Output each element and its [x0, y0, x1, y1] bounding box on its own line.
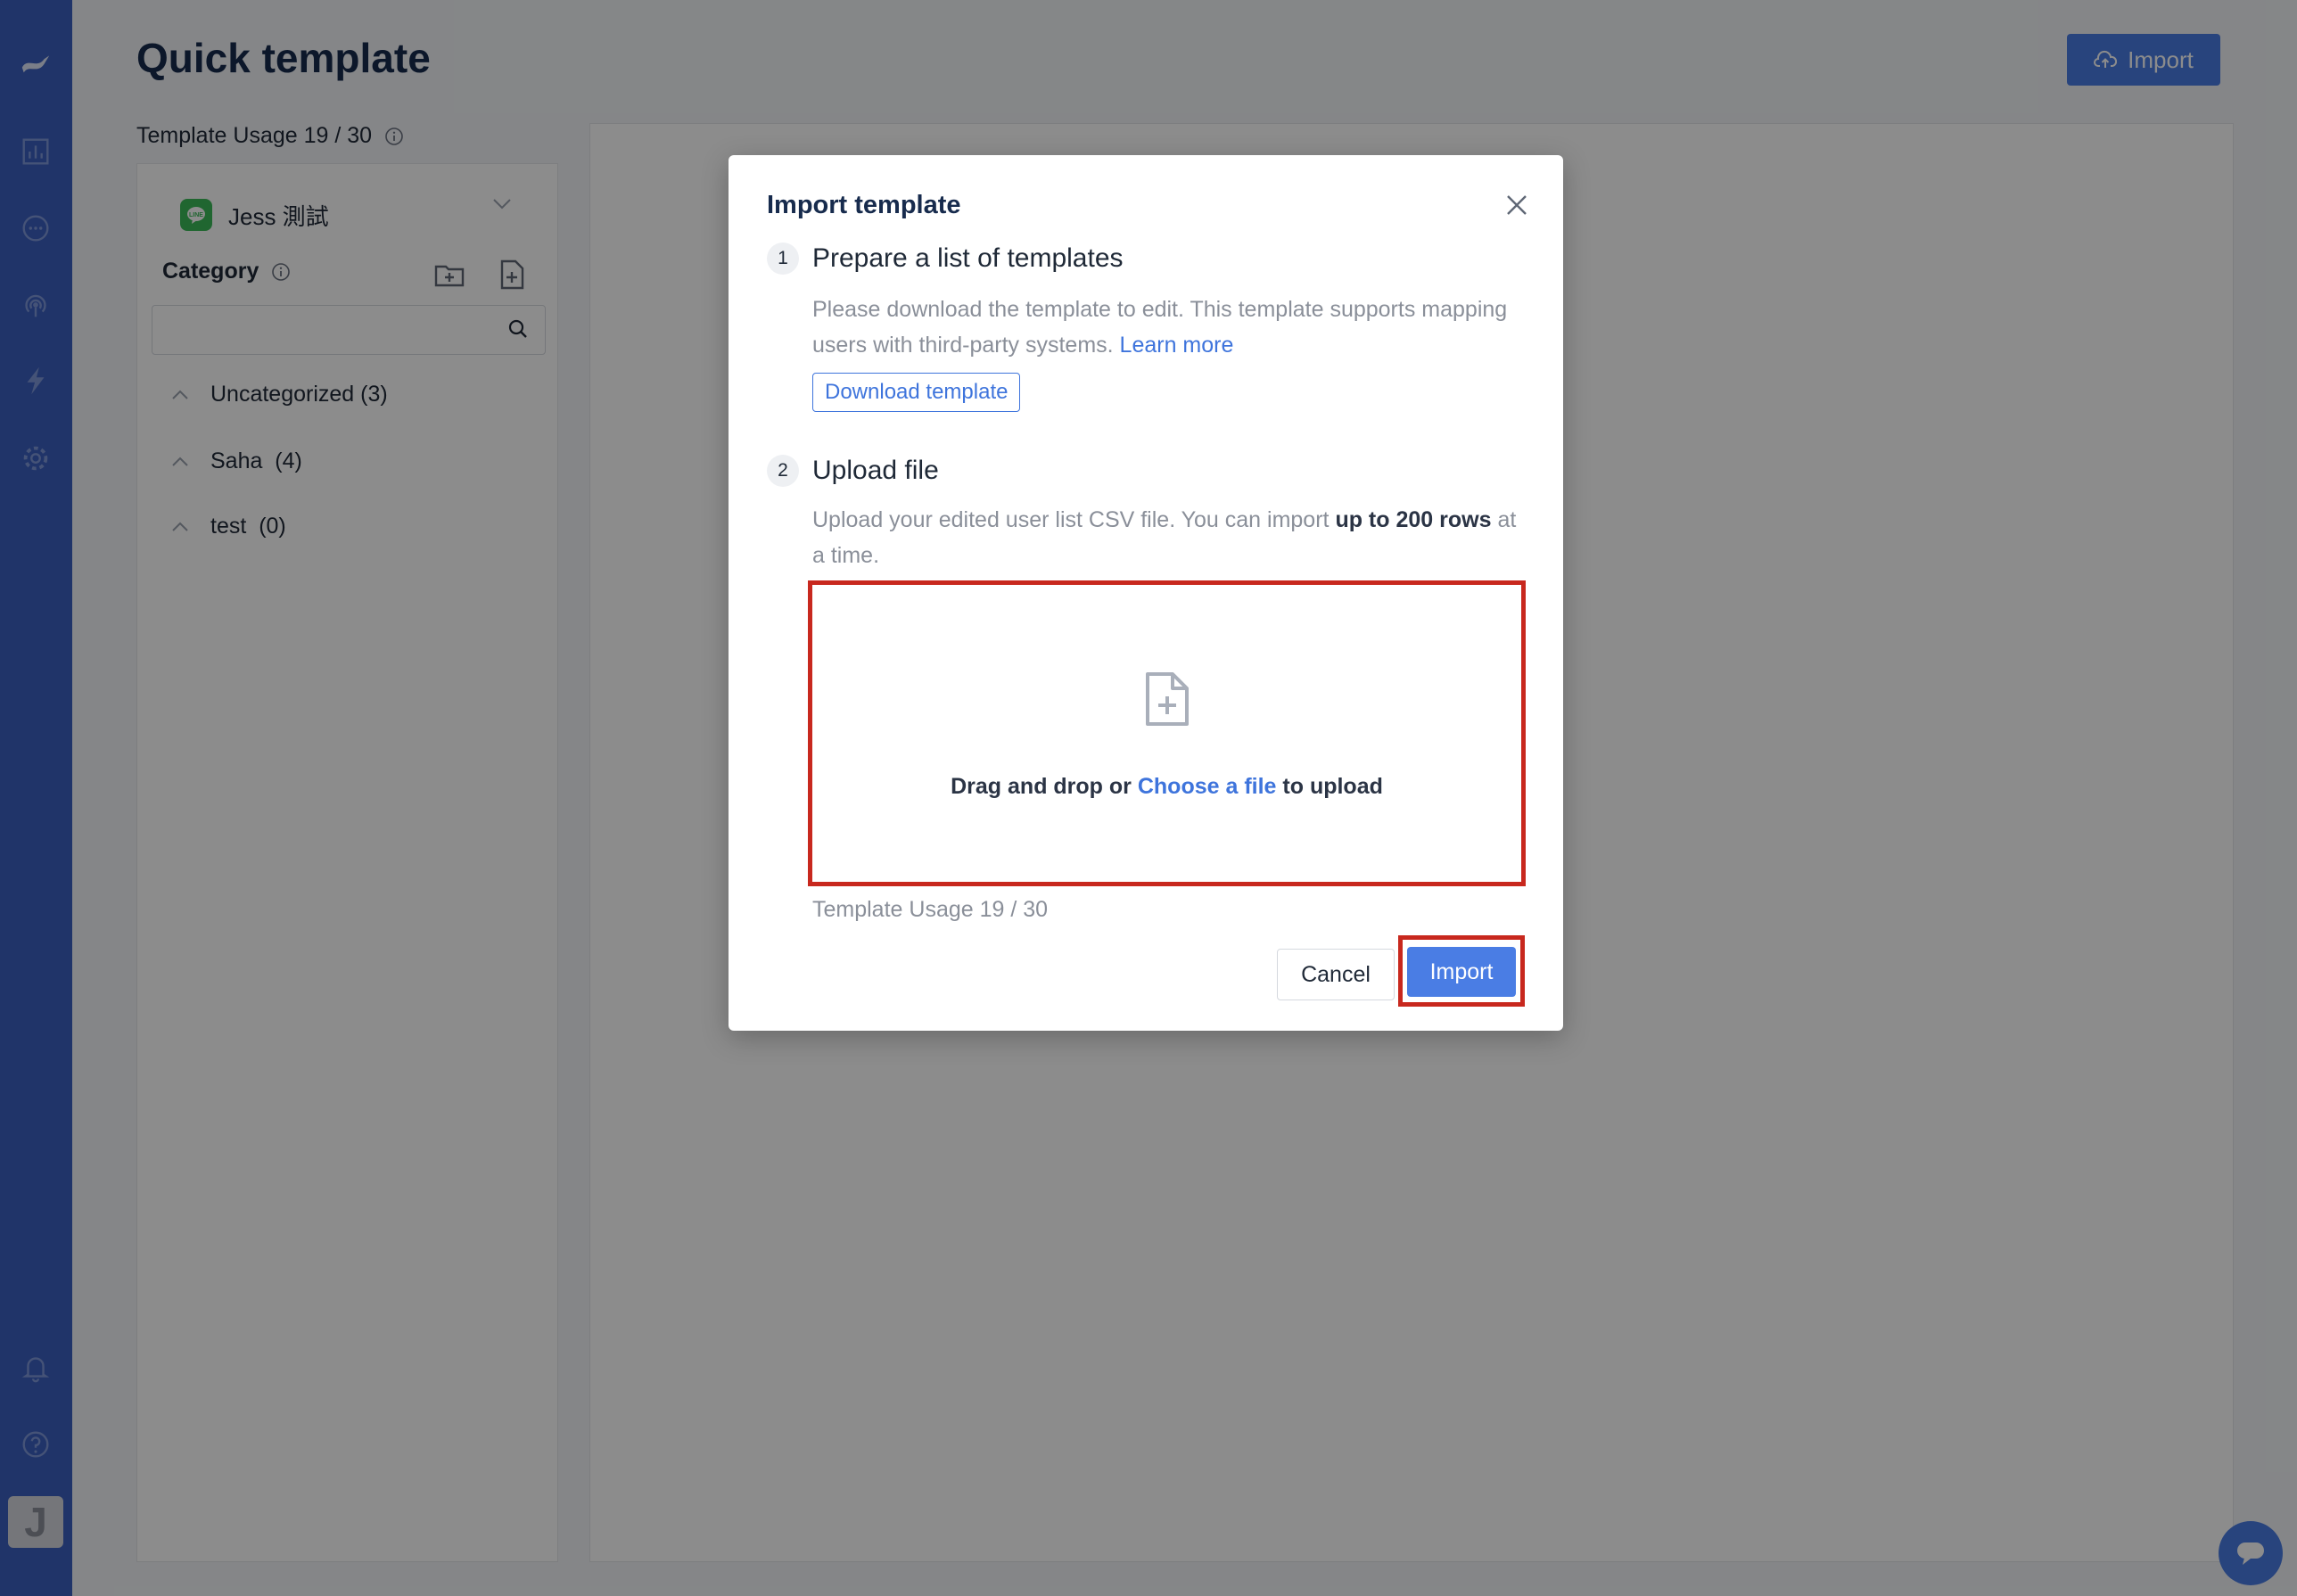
close-icon — [1507, 195, 1527, 215]
file-plus-icon — [1146, 672, 1189, 726]
download-template-button[interactable]: Download template — [812, 373, 1021, 412]
file-dropzone[interactable]: Drag and drop or Choose a file to upload — [808, 580, 1526, 886]
import-highlight: Import — [1398, 935, 1525, 1007]
step-2-desc-bold: up to 200 rows — [1335, 507, 1492, 532]
close-button[interactable] — [1499, 187, 1535, 223]
import-template-modal: Import template 1 Prepare a list of temp… — [729, 155, 1563, 1031]
cancel-button[interactable]: Cancel — [1277, 949, 1395, 1000]
step-2-number: 2 — [767, 455, 799, 487]
modal-template-usage: Template Usage 19 / 30 — [812, 897, 1049, 922]
modal-title: Import template — [767, 191, 961, 219]
step-2-desc-pre: Upload your edited user list CSV file. Y… — [812, 507, 1330, 532]
dropzone-text: Drag and drop or Choose a file to upload — [812, 774, 1521, 800]
step-1-description: Please download the template to edit. Th… — [812, 292, 1535, 363]
modal-import-button[interactable]: Import — [1407, 947, 1516, 997]
dropzone-text-pre: Drag and drop or — [951, 774, 1132, 799]
step-2-description: Upload your edited user list CSV file. Y… — [812, 502, 1535, 573]
learn-more-link[interactable]: Learn more — [1120, 333, 1234, 358]
choose-file-link[interactable]: Choose a file — [1138, 774, 1277, 799]
dropzone-text-post: to upload — [1282, 774, 1383, 799]
step-2-title: Upload file — [812, 456, 939, 485]
step-1-number: 1 — [767, 243, 799, 275]
step-1-title: Prepare a list of templates — [812, 243, 1124, 273]
